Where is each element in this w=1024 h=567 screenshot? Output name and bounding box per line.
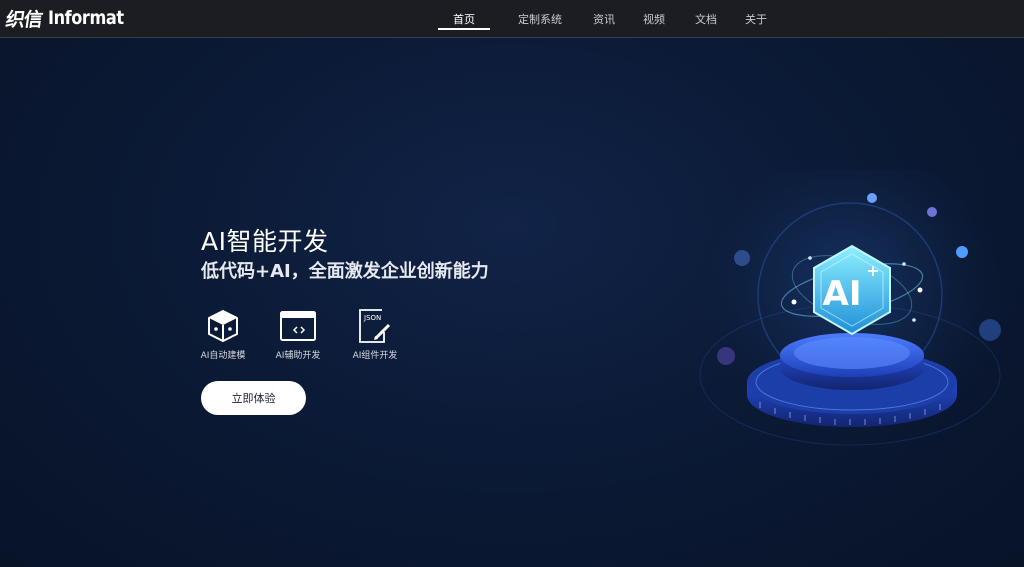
feature-component-dev: JSON AI组件开发 [339, 308, 411, 361]
code-window-icon [280, 311, 316, 341]
try-now-button[interactable]: 立即体验 [201, 381, 306, 415]
json-document-icon: JSON [359, 309, 391, 343]
nav-item-custom-system[interactable]: 定制系统 [504, 0, 576, 38]
brand-logo-chinese: 织信 [4, 8, 44, 31]
ai-badge-plus: + [866, 261, 879, 280]
nav-item-docs[interactable]: 文档 [684, 0, 728, 38]
hero-subtitle: 低代码+AI，全面激发企业创新能力 [201, 261, 489, 282]
feature-auto-modeling: AI自动建模 [187, 308, 259, 361]
feature-label: AI辅助开发 [275, 351, 321, 361]
brand-logo-english: Informat [48, 7, 124, 29]
page: 织信 Informat 首页 定制系统 资讯 视频 文档 关于 AI智能开发 低… [0, 0, 1024, 567]
main-nav: 首页 定制系统 资讯 视频 文档 关于 [438, 0, 778, 38]
nav-item-about[interactable]: 关于 [734, 0, 778, 38]
ai-platform-illustration: AI + [699, 170, 1001, 450]
feature-label: AI自动建模 [200, 351, 246, 361]
brand-logo[interactable]: 织信 Informat [4, 5, 137, 31]
cube-icon [208, 309, 238, 343]
svg-text:JSON: JSON [363, 314, 381, 322]
hero-title: AI智能开发 [201, 227, 329, 256]
feature-label: AI组件开发 [352, 351, 398, 361]
ai-badge-text: AI [823, 274, 862, 314]
nav-item-news[interactable]: 资讯 [582, 0, 626, 38]
top-navbar: 织信 Informat 首页 定制系统 资讯 视频 文档 关于 [0, 0, 1024, 38]
feature-assisted-dev: AI辅助开发 [262, 308, 334, 361]
nav-item-home[interactable]: 首页 [438, 0, 490, 38]
nav-item-video[interactable]: 视频 [632, 0, 676, 38]
